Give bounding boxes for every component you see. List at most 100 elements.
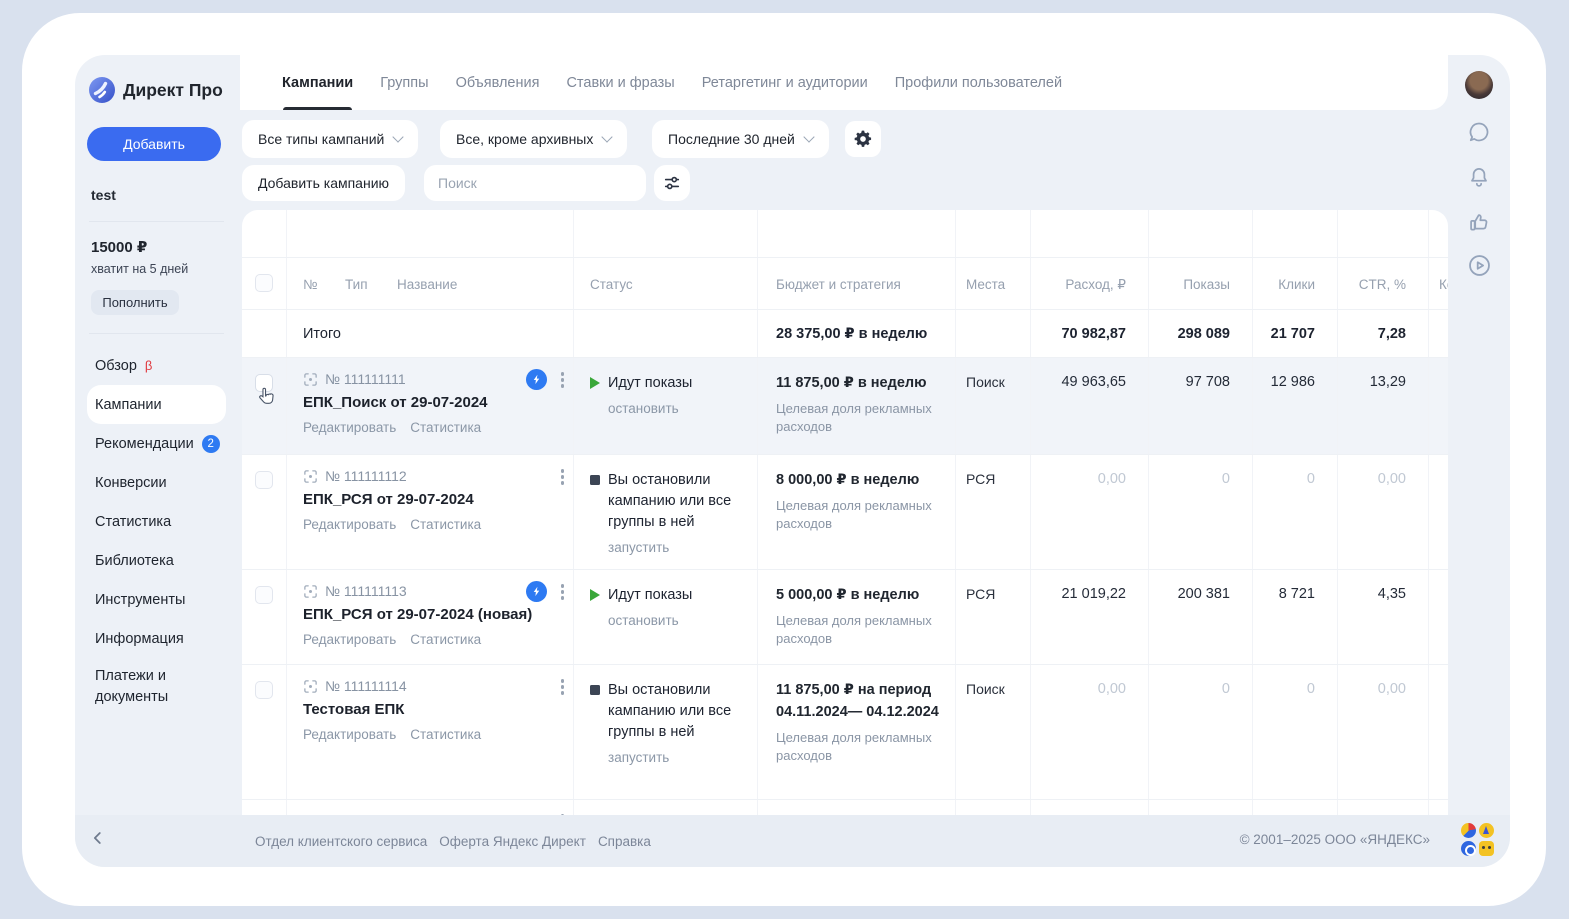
select-all-checkbox[interactable] [255, 274, 273, 292]
sidebar-collapse-button[interactable] [89, 829, 107, 850]
kebab-menu-icon[interactable] [558, 581, 568, 603]
thumbs-up-icon [1466, 209, 1492, 235]
tab-user-profiles[interactable]: Профили пользователей [895, 55, 1062, 110]
places-value: Поиск [955, 358, 1030, 454]
ctr-value: 13,29 [1337, 358, 1428, 454]
archive-filter[interactable]: Все, кроме архивных [440, 120, 627, 158]
add-campaign-button[interactable]: Добавить кампанию [242, 165, 405, 201]
sidebar-item-campaigns[interactable]: Кампании [87, 385, 226, 424]
edit-link[interactable]: Редактировать [303, 420, 396, 435]
footer-link-support[interactable]: Отдел клиентского сервиса [255, 834, 427, 849]
sidebar-item-recommendations[interactable]: Рекомендации 2 [87, 424, 226, 463]
settings-button[interactable] [845, 121, 881, 157]
row-checkbox[interactable] [255, 681, 273, 699]
header-type: Тип [345, 277, 397, 309]
status-text: Идут показы [608, 585, 692, 606]
kebab-menu-icon[interactable] [558, 466, 568, 488]
row-checkbox[interactable] [255, 586, 273, 604]
feedback-button[interactable] [1465, 208, 1493, 236]
play-circle-icon [1466, 252, 1493, 279]
avatar[interactable] [1465, 71, 1493, 99]
chevron-down-icon [803, 131, 814, 142]
edit-link[interactable]: Редактировать [303, 517, 396, 532]
notifications-button[interactable] [1465, 163, 1493, 191]
sidebar-item-information[interactable]: Информация [87, 619, 226, 658]
sidebar-item-statistics[interactable]: Статистика [87, 502, 226, 541]
footer-link-help[interactable]: Справка [598, 834, 651, 849]
chevron-left-icon [89, 829, 107, 847]
chat-button[interactable] [1465, 118, 1493, 146]
stats-link[interactable]: Статистика [410, 727, 481, 742]
header-spend: Расход, ₽ [1030, 258, 1148, 309]
budget-text: 8 000,00 ₽ в неделю [776, 470, 939, 492]
tab-ads[interactable]: Объявления [456, 55, 540, 110]
stats-link[interactable]: Статистика [410, 632, 481, 647]
campaign-name[interactable]: ЕПК_РСЯ от 29-07-2024 (новая) [303, 606, 565, 623]
row-checkbox[interactable] [255, 471, 273, 489]
campaign-type-icon [303, 584, 318, 599]
lightning-badge [526, 369, 547, 390]
edit-link[interactable]: Редактировать [303, 727, 396, 742]
campaign-number: № 111111112 [325, 468, 407, 484]
table-header-row: № Тип Название Статус Бюджет и стратегия… [242, 258, 1448, 310]
search-input[interactable] [424, 165, 646, 201]
status-action-link[interactable]: запустить [608, 540, 747, 555]
header-shows: Показы [1148, 258, 1252, 309]
campaigns-table: № Тип Название Статус Бюджет и стратегия… [242, 210, 1448, 815]
budget-text: 11 875,00 ₽ на период 04.11.2024— 04.12.… [776, 680, 939, 724]
places-value: Поиск [955, 665, 1030, 799]
filter-settings-button[interactable] [654, 165, 690, 201]
stats-link[interactable]: Статистика [410, 517, 481, 532]
strategy-text: Целевая доля рекламных расходов [776, 729, 939, 765]
video-help-button[interactable] [1465, 251, 1493, 279]
sidebar-item-overview[interactable]: Обзор β [87, 346, 226, 385]
campaign-type-filter-label: Все типы кампаний [258, 131, 384, 147]
kebab-menu-icon[interactable] [558, 676, 568, 698]
sidebar-item-library[interactable]: Библиотека [87, 541, 226, 580]
status-action-link[interactable]: запустить [608, 750, 747, 765]
tab-campaigns[interactable]: Кампании [282, 55, 353, 110]
campaign-type-filter[interactable]: Все типы кампаний [242, 120, 418, 158]
flame-widget-icon[interactable] [1479, 823, 1494, 838]
stop-status-icon [590, 475, 600, 485]
sidebar-item-label: Статистика [95, 514, 171, 530]
logo[interactable]: Директ Про [87, 77, 226, 103]
sidebar-item-conversions[interactable]: Конверсии [87, 463, 226, 502]
add-campaign-label: Добавить кампанию [258, 175, 389, 191]
status-text: Вы остановили кампанию или все группы в … [608, 470, 747, 533]
ring-widget-icon[interactable] [1461, 841, 1476, 856]
status-action-link[interactable]: остановить [608, 401, 747, 416]
period-filter[interactable]: Последние 30 дней [652, 120, 829, 158]
topup-button[interactable]: Пополнить [91, 290, 179, 315]
sidebar-item-label: Платежи и документы [95, 666, 218, 708]
sidebar: Директ Про Добавить test 15000 ₽ хватит … [75, 55, 240, 867]
strategy-text: Целевая доля рекламных расходов [776, 400, 939, 436]
sidebar-item-label: Информация [95, 631, 184, 647]
pie-widget-icon[interactable] [1461, 823, 1476, 838]
sidebar-item-payments[interactable]: Платежи и документы [87, 658, 226, 716]
tab-retargeting[interactable]: Ретаргетинг и аудитории [702, 55, 868, 110]
tab-bids-phrases[interactable]: Ставки и фразы [566, 55, 674, 110]
spend-value: 49 963,65 [1030, 358, 1148, 454]
logo-text: Директ Про [123, 80, 223, 101]
app-window: Директ Про Добавить test 15000 ₽ хватит … [22, 13, 1546, 906]
tab-groups[interactable]: Группы [380, 55, 428, 110]
edit-link[interactable]: Редактировать [303, 632, 396, 647]
footer-link-offer[interactable]: Оферта Яндекс Директ [439, 834, 586, 849]
row-checkbox[interactable] [255, 374, 273, 392]
add-button[interactable]: Добавить [87, 127, 221, 161]
chat-icon [1466, 119, 1492, 145]
play-status-icon [590, 589, 600, 601]
sidebar-item-tools[interactable]: Инструменты [87, 580, 226, 619]
kebab-menu-icon[interactable] [558, 369, 568, 391]
archive-filter-label: Все, кроме архивных [456, 131, 593, 147]
account-login: test [87, 187, 226, 203]
clicks-value: 0 [1252, 665, 1337, 799]
spend-value: 0,00 [1030, 665, 1148, 799]
stats-link[interactable]: Статистика [410, 420, 481, 435]
status-action-link[interactable]: остановить [608, 613, 747, 628]
campaign-name[interactable]: Тестовая ЕПК [303, 701, 565, 718]
face-widget-icon[interactable] [1479, 841, 1494, 856]
campaign-name[interactable]: ЕПК_РСЯ от 29-07-2024 [303, 491, 565, 508]
campaign-name[interactable]: ЕПК_Поиск от 29-07-2024 [303, 394, 565, 411]
